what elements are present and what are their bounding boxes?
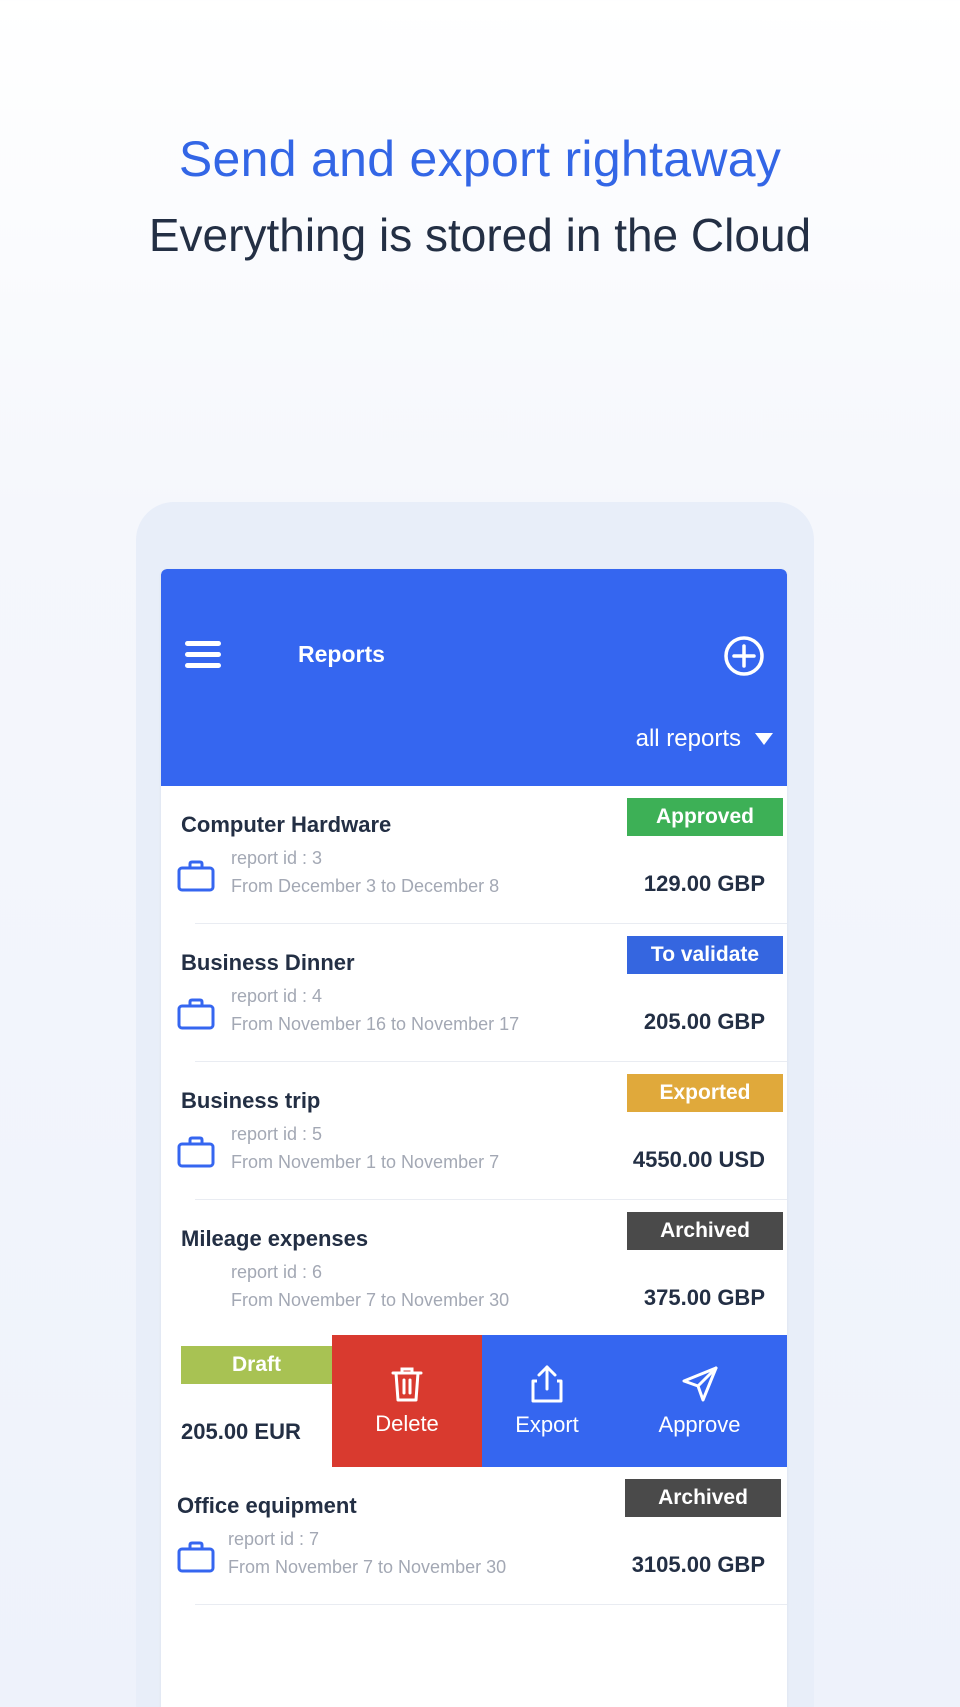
report-amount: 129.00 GBP	[643, 871, 765, 896]
status-badge: Archived	[625, 1479, 781, 1517]
status-badge: Archived	[627, 1212, 783, 1250]
swiped-list-item[interactable]: Draft 205.00 EUR Delete Export Approve	[161, 1335, 787, 1467]
report-amount: 4550.00 USD	[632, 1147, 765, 1172]
delete-button[interactable]: Delete	[332, 1335, 482, 1467]
report-amount: 205.00 EUR	[181, 1419, 301, 1444]
approve-button[interactable]: Approve	[612, 1335, 787, 1467]
briefcase-icon	[177, 860, 215, 892]
status-badge: Draft	[181, 1346, 332, 1384]
report-filter-dropdown[interactable]: all reports	[636, 725, 773, 753]
report-dates: From December 3 to December 8	[231, 876, 500, 896]
approve-label: Approve	[658, 1412, 741, 1437]
trash-icon	[391, 1367, 423, 1402]
report-dates: From November 1 to November 7	[231, 1152, 500, 1172]
promo-subline: Everything is stored in the Cloud	[148, 209, 812, 261]
report-title: Office equipment	[177, 1493, 357, 1518]
report-title: Business Dinner	[181, 950, 355, 975]
divider	[195, 1604, 787, 1605]
briefcase-icon	[177, 1136, 215, 1168]
list-item[interactable]: Business Dinner report id : 4 From Novem…	[161, 924, 787, 1062]
list-item[interactable]: Office equipment report id : 7 From Nove…	[161, 1467, 787, 1605]
report-id: report id : 7	[228, 1529, 320, 1549]
status-badge: Approved	[627, 798, 783, 836]
report-amount: 205.00 GBP	[643, 1009, 765, 1034]
briefcase-icon	[177, 998, 215, 1030]
page-title: Reports	[298, 641, 385, 667]
report-id: report id : 6	[231, 1262, 323, 1282]
export-label: Export	[515, 1412, 579, 1437]
report-dates: From November 7 to November 30	[228, 1557, 507, 1577]
list-item[interactable]: Mileage expenses report id : 6 From Nove…	[161, 1200, 787, 1338]
report-id: report id : 3	[231, 848, 323, 868]
report-amount: 375.00 GBP	[643, 1285, 765, 1310]
report-amount: 3105.00 GBP	[631, 1552, 765, 1577]
report-title: Mileage expenses	[181, 1226, 369, 1251]
share-export-icon	[531, 1365, 563, 1403]
report-title: Business trip	[181, 1088, 321, 1113]
filter-label: all reports	[635, 725, 741, 752]
add-circle-icon[interactable]	[723, 635, 765, 677]
status-badge: Exported	[627, 1074, 783, 1112]
export-button[interactable]: Export	[482, 1335, 612, 1467]
report-id: report id : 4	[231, 986, 323, 1006]
hamburger-menu-icon[interactable]	[185, 641, 221, 669]
status-badge: To validate	[627, 936, 783, 974]
chevron-down-icon	[755, 733, 773, 745]
report-title: Computer Hardware	[181, 812, 392, 837]
delete-label: Delete	[375, 1411, 439, 1436]
app-bar: Reports all reports	[161, 569, 787, 786]
list-item[interactable]: Business trip report id : 5 From Novembe…	[161, 1062, 787, 1200]
report-dates: From November 16 to November 17	[231, 1014, 520, 1034]
promo-headline: Send and export rightaway	[178, 131, 782, 187]
app-screen: Reports all reports Computer Hardware re…	[161, 569, 787, 1707]
send-paper-plane-icon	[682, 1366, 717, 1402]
list-item[interactable]: Computer Hardware report id : 3 From Dec…	[161, 786, 787, 924]
briefcase-icon	[177, 1541, 215, 1573]
report-id: report id : 5	[231, 1124, 323, 1144]
report-dates: From November 7 to November 30	[231, 1290, 510, 1310]
